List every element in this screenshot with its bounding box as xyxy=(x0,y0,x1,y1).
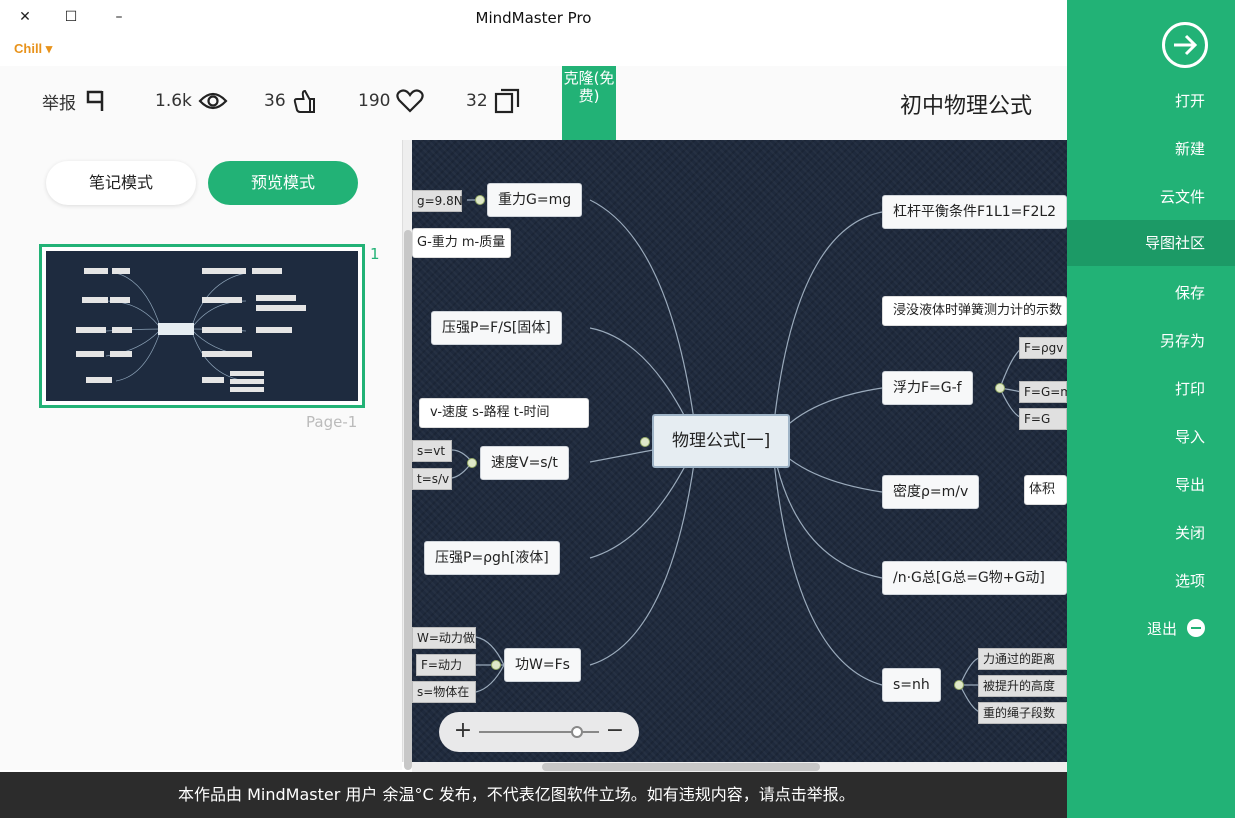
node-density[interactable]: 密度ρ=m/v xyxy=(882,475,980,509)
node-gravity-note[interactable]: G-重力 m-质量 xyxy=(412,228,511,258)
horizontal-scrollbar[interactable] xyxy=(412,762,1067,772)
back-arrow-icon[interactable] xyxy=(1162,22,1208,68)
thumbnail-preview xyxy=(46,251,358,401)
copy-count: 32 xyxy=(466,88,520,114)
zoom-control: + − xyxy=(439,712,639,752)
menu-options[interactable]: 选项 xyxy=(1067,558,1235,604)
node-lever[interactable]: 杠杆平衡条件F1L1=F2L2 xyxy=(882,195,1067,229)
copy-icon xyxy=(494,88,519,114)
node-toggle[interactable] xyxy=(491,660,501,670)
eye-icon xyxy=(198,92,228,110)
node-buoyancy-c[interactable]: F=G xyxy=(1019,408,1067,430)
menu-close[interactable]: 关闭 xyxy=(1067,510,1235,556)
document-title: 初中物理公式 xyxy=(900,94,1033,119)
report-label: 举报 xyxy=(42,93,76,114)
menu-exit-label: 退出 xyxy=(1146,620,1177,638)
vertical-scrollbar[interactable] xyxy=(402,140,412,770)
menu-community[interactable]: 导图社区 xyxy=(1067,220,1235,266)
brand-logo[interactable]: Chill ▾ xyxy=(14,41,52,57)
menu-new[interactable]: 新建 xyxy=(1067,126,1235,172)
node-toggle[interactable] xyxy=(954,680,964,690)
node-toggle[interactable] xyxy=(475,195,485,205)
node-pressure-solid[interactable]: 压强P=F/S[固体] xyxy=(431,311,562,345)
node-speed-t[interactable]: t=s/v xyxy=(412,468,452,490)
zoom-slider-handle[interactable] xyxy=(571,726,583,738)
preview-panel xyxy=(0,140,402,770)
node-pulley-c[interactable]: 重的绳子段数 xyxy=(978,702,1067,724)
node-pressure-liquid[interactable]: 压强P=ρgh[液体] xyxy=(424,541,560,575)
node-pulley-b[interactable]: 被提升的高度 xyxy=(978,675,1067,697)
mindmap-central-node[interactable]: 物理公式[一] xyxy=(652,414,791,468)
collapse-toggle[interactable] xyxy=(640,437,650,447)
views-count: 1.6k xyxy=(155,88,228,114)
menu-save[interactable]: 保存 xyxy=(1067,270,1235,316)
preview-mode-button[interactable]: 预览模式 xyxy=(208,161,358,205)
menu-print[interactable]: 打印 xyxy=(1067,366,1235,412)
page-thumbnail[interactable] xyxy=(39,244,365,408)
node-speed-note[interactable]: v-速度 s-路程 t-时间 xyxy=(419,398,589,428)
node-pulley-a[interactable]: 力通过的距离 xyxy=(978,648,1067,670)
title-bar: ✕ ☐ – MindMaster Pro xyxy=(0,0,1067,36)
page-number: 1 xyxy=(370,245,380,263)
node-work-s[interactable]: s=物体在 xyxy=(412,681,476,703)
node-work-w[interactable]: W=动力做 xyxy=(412,627,476,649)
menu-cloud-files[interactable]: 云文件 xyxy=(1067,174,1235,220)
node-density-note[interactable]: 体积 xyxy=(1024,475,1067,505)
horizontal-scroll-thumb[interactable] xyxy=(542,763,820,771)
node-total[interactable]: /n·G总[G总=G物+G动] xyxy=(882,561,1067,595)
node-speed[interactable]: 速度V=s/t xyxy=(480,446,569,480)
node-pulley[interactable]: s=nh xyxy=(882,668,941,702)
like-button[interactable]: 36 xyxy=(264,88,318,114)
node-gravity[interactable]: 重力G=mg xyxy=(487,183,583,217)
notes-mode-button[interactable]: 笔记模式 xyxy=(46,161,196,205)
thumbs-up-icon xyxy=(293,89,315,113)
menu-export[interactable]: 导出 xyxy=(1067,462,1235,508)
zoom-out-button[interactable]: − xyxy=(603,718,627,744)
report-button[interactable]: 举报 xyxy=(42,88,104,114)
copyright-notice[interactable]: 本作品由 MindMaster 用户 余温°C 发布，不代表亿图软件立场。如有违… xyxy=(0,772,1067,818)
menu-import[interactable]: 导入 xyxy=(1067,414,1235,460)
node-speed-s[interactable]: s=vt xyxy=(412,440,452,462)
vertical-scroll-thumb[interactable] xyxy=(404,230,412,770)
menu-exit[interactable]: 退出 xyxy=(1067,606,1235,652)
node-buoyancy-b[interactable]: F=G=mg xyxy=(1019,381,1067,403)
node-buoyancy[interactable]: 浮力F=G-f xyxy=(882,371,973,405)
node-toggle[interactable] xyxy=(995,383,1005,393)
node-gravity-g[interactable]: g=9.8N xyxy=(412,190,463,212)
window-title: MindMaster Pro xyxy=(475,9,592,27)
favorite-button[interactable]: 190 xyxy=(358,88,425,114)
node-buoyancy-note[interactable]: 浸没液体时弹簧测力计的示数 xyxy=(882,296,1067,326)
node-buoyancy-a[interactable]: F=ρgv xyxy=(1019,337,1067,359)
node-toggle[interactable] xyxy=(467,458,477,468)
zoom-in-button[interactable]: + xyxy=(451,718,475,744)
node-work-f[interactable]: F=动力 xyxy=(416,654,476,676)
heart-icon xyxy=(396,89,425,113)
node-work[interactable]: 功W=Fs xyxy=(504,648,581,682)
clone-button[interactable]: 克隆(免费) xyxy=(562,66,616,140)
exit-icon xyxy=(1187,618,1205,637)
page-label: Page-1 xyxy=(306,413,358,431)
flag-icon xyxy=(86,90,104,111)
menu-save-as[interactable]: 另存为 xyxy=(1067,318,1235,364)
menu-open[interactable]: 打开 xyxy=(1067,78,1235,124)
mindmap-canvas[interactable]: 物理公式[一] 重力G=mg g=9.8N G-重力 m-质量 压强P=F/S[… xyxy=(412,140,1067,762)
